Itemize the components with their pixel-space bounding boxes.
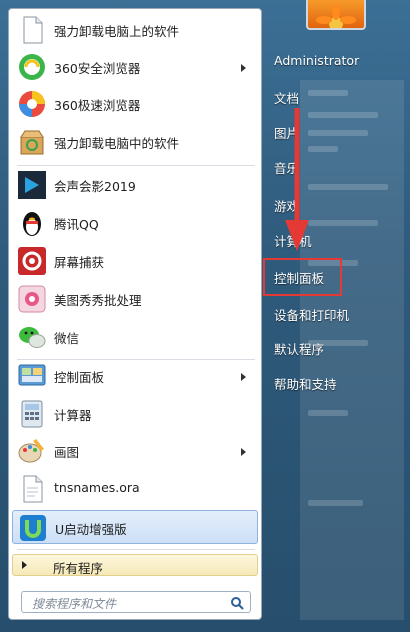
right-item-help-support[interactable]: 帮助和支持 bbox=[274, 374, 337, 393]
program-item-meitu[interactable]: 美图秀秀批处理 bbox=[12, 282, 258, 316]
program-item-uninstall-shortcut[interactable]: 强力卸载电脑上的软件 bbox=[12, 13, 258, 47]
user-avatar[interactable] bbox=[306, 0, 366, 30]
program-item-uninstall-tool[interactable]: 强力卸载电脑中的软件 bbox=[12, 125, 258, 159]
program-label: 计算器 bbox=[54, 408, 92, 423]
program-item-360-speed-browser[interactable]: 360极速浏览器 bbox=[12, 87, 258, 121]
program-item-u-boot[interactable]: U启动增强版 bbox=[12, 510, 258, 544]
program-label: 美图秀秀批处理 bbox=[54, 293, 142, 308]
meitu-icon bbox=[16, 283, 48, 315]
expand-arrow-icon bbox=[22, 561, 27, 569]
program-item-360-browser[interactable]: 360安全浏览器 bbox=[12, 50, 258, 84]
program-label: 微信 bbox=[54, 331, 80, 346]
program-item-qq[interactable]: 腾讯QQ bbox=[12, 206, 258, 240]
program-item-calculator[interactable]: 计算器 bbox=[12, 397, 258, 431]
submenu-arrow-icon[interactable] bbox=[241, 373, 246, 381]
paint-palette-icon bbox=[16, 435, 48, 467]
programs-panel: 强力卸载电脑上的软件 360安全浏览器 360极速浏览器 强力卸载电脑中的软件 bbox=[8, 8, 262, 620]
submenu-arrow-icon[interactable] bbox=[241, 448, 246, 456]
program-label: U启动增强版 bbox=[55, 522, 127, 537]
divider bbox=[17, 549, 255, 550]
program-label: 强力卸载电脑中的软件 bbox=[54, 136, 180, 151]
calculator-icon bbox=[16, 398, 48, 430]
right-item-default-programs[interactable]: 默认程序 bbox=[274, 339, 324, 358]
right-item-devices-printers[interactable]: 设备和打印机 bbox=[274, 305, 349, 324]
program-label: 腾讯QQ bbox=[54, 217, 99, 232]
program-label: 控制面板 bbox=[54, 370, 105, 385]
search-icon[interactable] bbox=[230, 595, 244, 610]
file-icon bbox=[16, 473, 48, 505]
program-item-wechat[interactable]: 微信 bbox=[12, 320, 258, 354]
program-label: 360安全浏览器 bbox=[54, 61, 141, 76]
right-item-documents[interactable]: 文档 bbox=[274, 88, 299, 107]
program-label: 会声会影2019 bbox=[54, 179, 136, 194]
screen-capture-icon bbox=[16, 245, 48, 277]
program-label: 屏幕捕获 bbox=[54, 255, 105, 270]
program-item-video-editor[interactable]: 会声会影2019 bbox=[12, 168, 258, 202]
document-icon bbox=[16, 14, 48, 46]
control-panel-icon bbox=[16, 360, 48, 392]
program-item-control-panel[interactable]: 控制面板 bbox=[12, 359, 258, 393]
right-item-user[interactable]: Administrator bbox=[274, 53, 359, 68]
start-menu: 强力卸载电脑上的软件 360安全浏览器 360极速浏览器 强力卸载电脑中的软件 bbox=[0, 0, 410, 632]
360-browser-icon bbox=[16, 51, 48, 83]
program-item-paint[interactable]: 画图 bbox=[12, 434, 258, 468]
divider bbox=[17, 165, 255, 166]
all-programs-label: 所有程序 bbox=[53, 561, 104, 576]
all-programs-button[interactable]: 所有程序 bbox=[12, 554, 258, 576]
search-input[interactable]: 搜索程序和文件 bbox=[21, 591, 251, 613]
program-label: 强力卸载电脑上的软件 bbox=[54, 24, 180, 39]
program-label: 画图 bbox=[54, 445, 80, 460]
u-boot-icon bbox=[17, 512, 49, 544]
search-placeholder: 搜索程序和文件 bbox=[32, 597, 117, 611]
program-item-tnsnames[interactable]: tnsnames.ora bbox=[12, 472, 258, 506]
qq-penguin-icon bbox=[16, 207, 48, 239]
uninstall-box-icon bbox=[16, 126, 48, 158]
submenu-arrow-icon[interactable] bbox=[241, 64, 246, 72]
360-speed-browser-icon bbox=[16, 88, 48, 120]
program-item-screen-capture[interactable]: 屏幕捕获 bbox=[12, 244, 258, 278]
annotation-arrow-icon bbox=[285, 108, 309, 251]
wechat-icon bbox=[16, 321, 48, 353]
program-label: tnsnames.ora bbox=[54, 480, 140, 495]
annotation-highlight-box bbox=[263, 258, 342, 296]
program-label: 360极速浏览器 bbox=[54, 98, 141, 113]
video-editor-icon bbox=[16, 169, 48, 201]
